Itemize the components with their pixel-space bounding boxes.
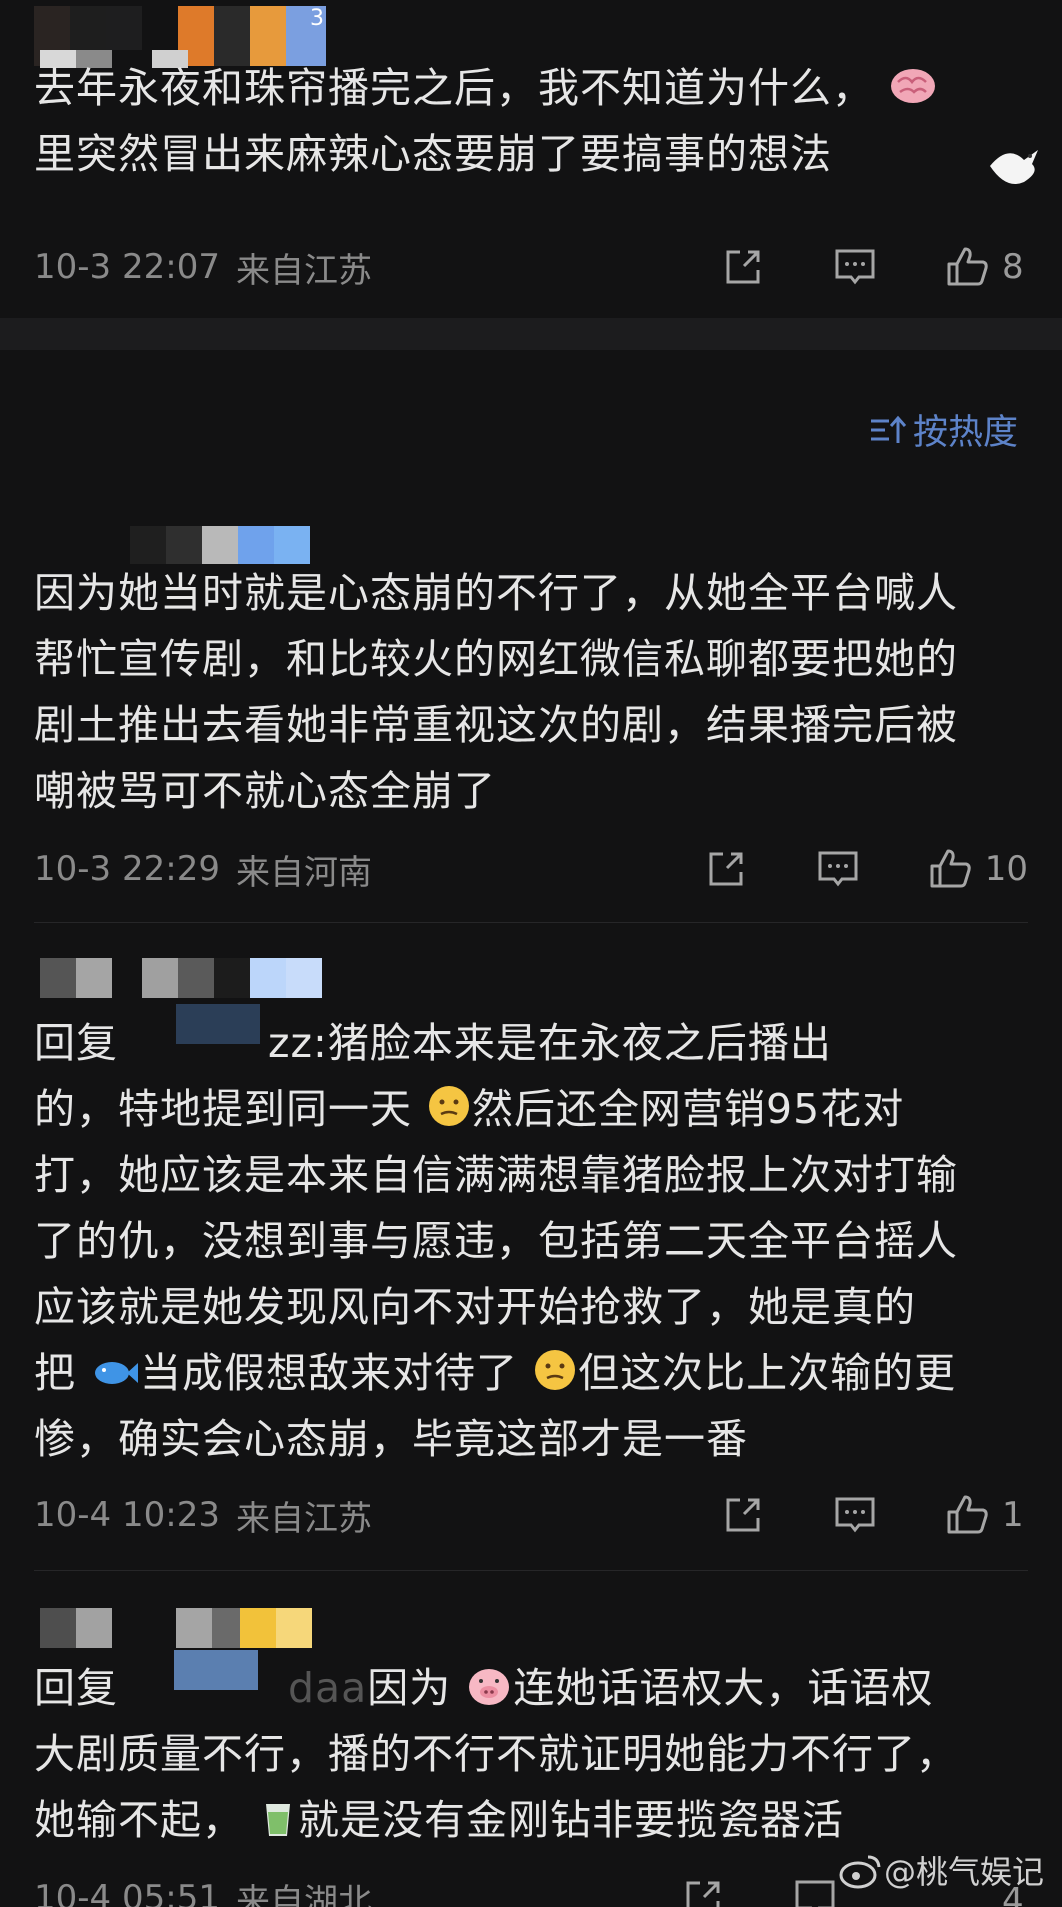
comment-icon[interactable] bbox=[832, 1492, 878, 1538]
comment-icon[interactable] bbox=[792, 1875, 838, 1907]
sort-label: 按热度 bbox=[912, 413, 1018, 453]
like-count: 1 bbox=[1002, 1495, 1024, 1535]
weibo-logo-icon bbox=[839, 1855, 881, 1889]
share-icon[interactable] bbox=[680, 1875, 726, 1907]
share-icon[interactable] bbox=[720, 244, 766, 290]
like-count: 10 bbox=[984, 849, 1028, 889]
comment-text: 回复 zz:猪脸本来是在永夜之后播出 的，特地提到同一天 然后还全网营销95花对 … bbox=[34, 1019, 958, 1463]
dove-emoji bbox=[990, 150, 1038, 184]
watermark: @桃气娱记 bbox=[838, 1847, 1044, 1893]
thinking-emoji bbox=[429, 1086, 470, 1126]
comment-time: 10-3 22:07 bbox=[34, 247, 220, 287]
sort-by-hot-button[interactable]: 按热度 bbox=[869, 404, 1018, 455]
comment-meta: 10-3 22:29 来自河南 10 bbox=[34, 844, 1028, 894]
comment-location: 来自湖北 bbox=[235, 1881, 372, 1907]
comment-meta: 10-3 22:07 来自江苏 8 bbox=[34, 242, 1028, 292]
tea-emoji bbox=[266, 1804, 291, 1836]
username-pixelated[interactable] bbox=[40, 1608, 312, 1648]
section-divider bbox=[0, 318, 1062, 350]
comment-icon[interactable] bbox=[815, 846, 861, 892]
like-icon[interactable] bbox=[944, 244, 990, 290]
like-icon[interactable] bbox=[927, 846, 973, 892]
comment-text: 因为她当时就是心态崩的不行了，从她全平台喊人 帮忙宣传剧，和比较火的网红微信私聊… bbox=[34, 569, 958, 815]
comment-time: 10-3 22:29 bbox=[34, 849, 220, 889]
comment-text: 去年永夜和珠帘播完之后，我不知道为什么， 里突然冒出来麻辣心态要崩了要搞事的想法 bbox=[34, 55, 1034, 187]
comment-icon[interactable] bbox=[832, 244, 878, 290]
like-count: 8 bbox=[1002, 247, 1024, 287]
comment-location: 来自江苏 bbox=[235, 1498, 372, 1539]
comment-time: 10-4 05:51 bbox=[34, 1878, 220, 1907]
divider-line bbox=[34, 922, 1028, 923]
thinking-emoji bbox=[535, 1350, 576, 1390]
comment-time: 10-4 10:23 bbox=[34, 1495, 220, 1535]
fish-emoji bbox=[95, 1362, 139, 1384]
pig-emoji bbox=[469, 1669, 510, 1705]
comment-meta: 10-4 10:23 来自江苏 1 bbox=[34, 1490, 1028, 1540]
username-pixelated[interactable] bbox=[40, 958, 322, 998]
share-icon[interactable] bbox=[720, 1492, 766, 1538]
like-icon[interactable] bbox=[944, 1492, 990, 1538]
watermark-text: @桃气娱记 bbox=[883, 1853, 1044, 1891]
divider-line bbox=[34, 1570, 1028, 1571]
comment-text: 回复 daa因为 连她话语权大，话语权 大剧质量不行，播的不行不就证明她能力不行了… bbox=[34, 1664, 958, 1844]
brain-emoji bbox=[891, 69, 936, 103]
username-pixelated[interactable] bbox=[130, 526, 310, 564]
comment-location: 来自江苏 bbox=[235, 250, 372, 291]
sort-icon bbox=[870, 415, 907, 443]
comment-location: 来自河南 bbox=[235, 852, 372, 893]
share-icon[interactable] bbox=[703, 846, 749, 892]
